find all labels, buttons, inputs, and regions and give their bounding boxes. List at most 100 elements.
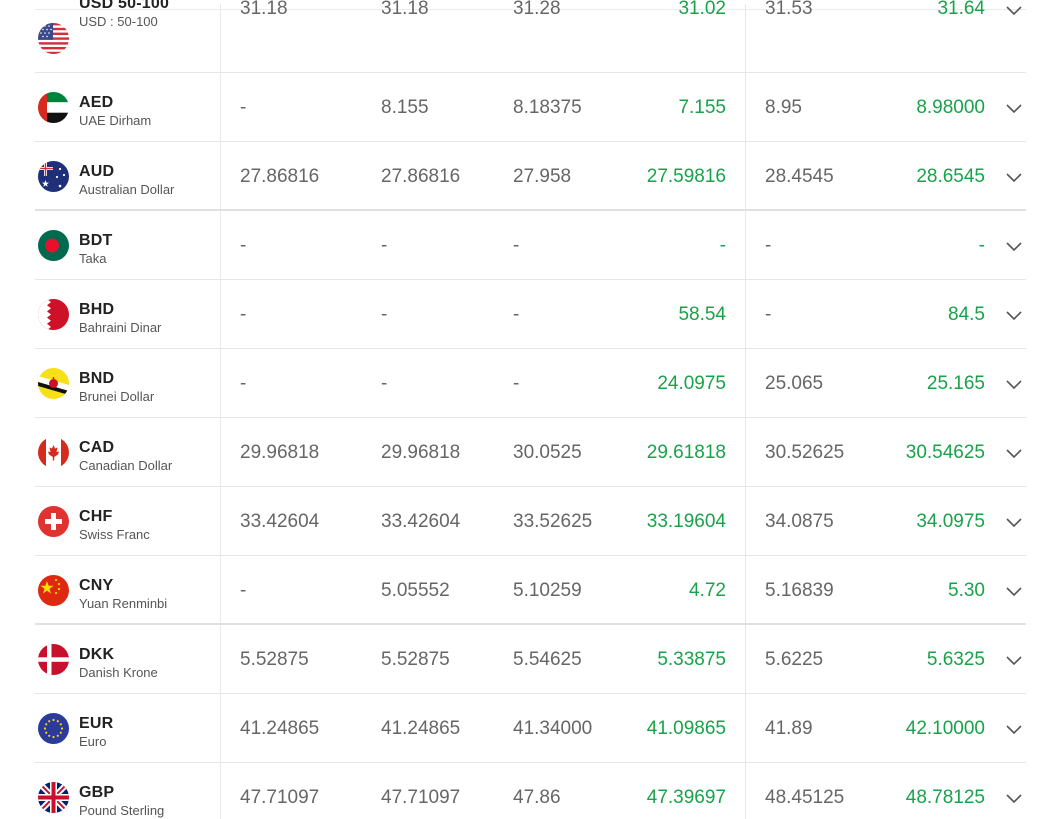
canada-flag-icon bbox=[38, 437, 69, 468]
chevron-down-icon[interactable] bbox=[1005, 516, 1023, 528]
chevron-down-icon[interactable] bbox=[1005, 654, 1023, 666]
chevron-down-icon[interactable] bbox=[1005, 723, 1023, 735]
rate-value-1: 31.18 bbox=[240, 0, 288, 19]
rate-value-2: 33.42604 bbox=[381, 511, 461, 532]
currency-code: GBP bbox=[79, 784, 115, 801]
rate-value-4: 29.61818 bbox=[646, 442, 726, 463]
rate-value-1: - bbox=[240, 580, 247, 601]
rate-value-4: 47.39697 bbox=[646, 787, 726, 808]
chevron-down-icon[interactable] bbox=[1005, 378, 1023, 390]
rate-value-4: 4.72 bbox=[689, 580, 726, 601]
rate-value-3: 27.958 bbox=[513, 166, 572, 187]
switzerland-flag-icon bbox=[38, 506, 69, 537]
rate-value-2: 27.86816 bbox=[381, 166, 461, 187]
rate-value-2: - bbox=[381, 373, 388, 394]
rate-value-6: 84.5 bbox=[948, 304, 985, 325]
rate-value-1: 27.86816 bbox=[240, 166, 320, 187]
rate-value-4: 27.59816 bbox=[646, 166, 726, 187]
table-row[interactable]: AUD Australian Dollar 27.86816 27.86816 … bbox=[35, 142, 1026, 211]
currency-code: DKK bbox=[79, 646, 115, 663]
table-row[interactable]: EUR Euro 41.24865 41.24865 41.34000 41.0… bbox=[35, 694, 1026, 763]
uk-flag-icon bbox=[38, 782, 69, 813]
rate-value-3: 41.34000 bbox=[513, 718, 593, 739]
rate-value-5: 25.065 bbox=[765, 373, 824, 394]
chevron-down-icon[interactable] bbox=[1005, 585, 1023, 597]
rate-value-6: 34.0975 bbox=[916, 511, 985, 532]
table-row[interactable]: USD 50-100 USD : 50-100 31.18 31.18 31.2… bbox=[35, 0, 1026, 73]
rate-value-6: 30.54625 bbox=[905, 442, 985, 463]
currency-name: Yuan Renminbi bbox=[79, 596, 168, 611]
currency-code: AUD bbox=[79, 163, 115, 180]
currency-name: Taka bbox=[79, 251, 107, 266]
rate-value-5: - bbox=[765, 304, 772, 325]
chevron-down-icon[interactable] bbox=[1005, 171, 1023, 183]
rate-value-2: 29.96818 bbox=[381, 442, 461, 463]
table-row[interactable]: CAD Canadian Dollar 29.96818 29.96818 30… bbox=[35, 418, 1026, 487]
rate-value-4: - bbox=[719, 235, 726, 256]
bangladesh-flag-icon bbox=[38, 230, 69, 261]
rate-value-2: 41.24865 bbox=[381, 718, 461, 739]
rate-value-4: 41.09865 bbox=[646, 718, 726, 739]
rate-value-1: 5.52875 bbox=[240, 649, 309, 670]
rate-value-1: 29.96818 bbox=[240, 442, 320, 463]
table-row[interactable]: BDT Taka - - - - - - bbox=[35, 211, 1026, 280]
chevron-down-icon[interactable] bbox=[1005, 102, 1023, 114]
chevron-down-icon[interactable] bbox=[1005, 240, 1023, 252]
rate-value-5: 34.0875 bbox=[765, 511, 834, 532]
currency-name: Pound Sterling bbox=[79, 803, 165, 818]
chevron-down-icon[interactable] bbox=[1005, 792, 1023, 804]
rate-value-2: 47.71097 bbox=[381, 787, 461, 808]
rate-value-2: 8.155 bbox=[381, 97, 429, 118]
rate-value-4: 24.0975 bbox=[657, 373, 726, 394]
rate-value-3: 47.86 bbox=[513, 787, 561, 808]
rate-value-6: 31.64 bbox=[937, 0, 985, 19]
chevron-down-icon[interactable] bbox=[1005, 4, 1023, 16]
table-row[interactable]: DKK Danish Krone 5.52875 5.52875 5.54625… bbox=[35, 625, 1026, 694]
currency-code: BND bbox=[79, 370, 115, 387]
rate-value-5: 5.16839 bbox=[765, 580, 834, 601]
rate-value-3: 5.54625 bbox=[513, 649, 582, 670]
currency-code: EUR bbox=[79, 715, 114, 732]
rate-value-4: 5.33875 bbox=[657, 649, 726, 670]
table-row[interactable]: GBP Pound Sterling 47.71097 47.71097 47.… bbox=[35, 763, 1026, 819]
exchange-rate-table: USD 50-100 USD : 50-100 31.18 31.18 31.2… bbox=[35, 0, 1026, 819]
rate-value-3: 33.52625 bbox=[513, 511, 593, 532]
rate-value-5: 48.45125 bbox=[765, 787, 845, 808]
rate-value-4: 58.54 bbox=[678, 304, 726, 325]
rate-value-1: - bbox=[240, 373, 247, 394]
rate-value-5: 30.52625 bbox=[765, 442, 845, 463]
chevron-down-icon[interactable] bbox=[1005, 447, 1023, 459]
table-row[interactable]: BHD Bahraini Dinar - - - 58.54 - 84.5 bbox=[35, 280, 1026, 349]
rate-value-2: - bbox=[381, 304, 388, 325]
currency-code: CAD bbox=[79, 439, 115, 456]
currency-code: CNY bbox=[79, 577, 114, 594]
rate-value-6: 25.165 bbox=[926, 373, 985, 394]
rate-value-1: 47.71097 bbox=[240, 787, 320, 808]
rate-value-5: 41.89 bbox=[765, 718, 813, 739]
table-row[interactable]: CHF Swiss Franc 33.42604 33.42604 33.526… bbox=[35, 487, 1026, 556]
rate-value-3: - bbox=[513, 373, 520, 394]
currency-name: USD : 50-100 bbox=[79, 14, 158, 29]
rate-value-3: 8.18375 bbox=[513, 97, 582, 118]
brunei-flag-icon bbox=[38, 368, 69, 399]
rate-value-5: 8.95 bbox=[765, 97, 802, 118]
currency-code: USD 50-100 bbox=[79, 0, 170, 12]
currency-name: Swiss Franc bbox=[79, 527, 150, 542]
rate-value-1: 41.24865 bbox=[240, 718, 320, 739]
rate-value-1: 33.42604 bbox=[240, 511, 320, 532]
currency-code: CHF bbox=[79, 508, 113, 525]
table-row[interactable]: AED UAE Dirham - 8.155 8.18375 7.155 8.9… bbox=[35, 73, 1026, 142]
table-row[interactable]: CNY Yuan Renminbi - 5.05552 5.10259 4.72… bbox=[35, 556, 1026, 625]
rate-value-2: 5.52875 bbox=[381, 649, 450, 670]
table-row[interactable]: BND Brunei Dollar - - - 24.0975 25.065 2… bbox=[35, 349, 1026, 418]
china-flag-icon bbox=[38, 575, 69, 606]
rate-value-3: 31.28 bbox=[513, 0, 561, 19]
chevron-down-icon[interactable] bbox=[1005, 309, 1023, 321]
us-flag-icon bbox=[38, 23, 69, 54]
currency-name: Canadian Dollar bbox=[79, 458, 173, 473]
rate-value-5: 28.4545 bbox=[765, 166, 834, 187]
rate-value-1: - bbox=[240, 304, 247, 325]
rate-value-5: 31.53 bbox=[765, 0, 813, 19]
rate-value-6: 5.6325 bbox=[926, 649, 985, 670]
rate-value-3: 5.10259 bbox=[513, 580, 582, 601]
